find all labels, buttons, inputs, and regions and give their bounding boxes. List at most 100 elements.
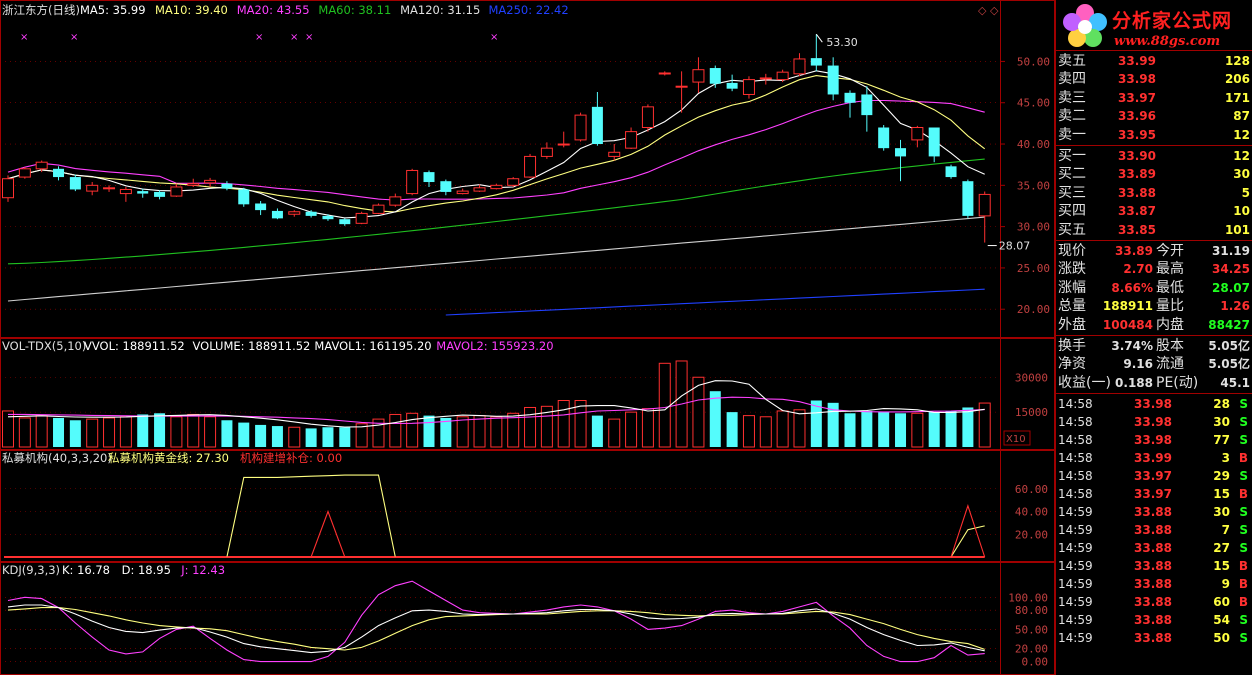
stat-label: 净资 bbox=[1058, 356, 1086, 373]
volume-bar bbox=[456, 416, 469, 448]
ma250-line bbox=[445, 288, 985, 316]
signal-marker: × bbox=[290, 32, 298, 43]
volume-bar bbox=[742, 415, 755, 448]
kdj-tick-label: 0.00 bbox=[1022, 656, 1049, 669]
kdj-k-line bbox=[7, 604, 985, 654]
tick-side: S bbox=[1239, 469, 1248, 484]
fund-tick-label: 60.00 bbox=[1015, 483, 1048, 496]
signal-marker: × bbox=[305, 32, 313, 43]
ask-row: 卖四 33.98 206 bbox=[1056, 70, 1252, 88]
volume-bar bbox=[238, 422, 250, 447]
quote-label: 总量 bbox=[1058, 298, 1086, 315]
stat-label: 收益(一) bbox=[1058, 374, 1111, 391]
fund-legend-item: 私募机构黄金线: 27.30 bbox=[108, 451, 229, 465]
tick-side: B bbox=[1238, 595, 1248, 610]
tick-side: S bbox=[1239, 397, 1248, 412]
bid-row: 买一 33.90 12 bbox=[1056, 147, 1252, 165]
candle-body bbox=[305, 211, 317, 216]
volume-bar bbox=[625, 411, 638, 448]
volume-bar bbox=[945, 410, 957, 447]
kdj-legend-item: K: 16.78 bbox=[62, 563, 110, 577]
tick-price: 33.88 bbox=[1134, 505, 1172, 520]
volume-bar bbox=[895, 413, 907, 447]
ask-price: 33.99 bbox=[1118, 54, 1156, 68]
candle-body bbox=[119, 188, 132, 195]
volume-bar bbox=[322, 427, 334, 447]
quote-label: 最低 bbox=[1156, 279, 1184, 296]
bid-row: 买三 33.88 5 bbox=[1056, 184, 1252, 202]
volume-bar bbox=[255, 424, 267, 447]
candle-body bbox=[2, 178, 14, 199]
candle-body bbox=[204, 179, 217, 184]
tick-side: S bbox=[1239, 631, 1248, 646]
sidebar-divider bbox=[1056, 240, 1252, 241]
high-annotation: 53.30 bbox=[826, 36, 858, 49]
tick-side: S bbox=[1239, 433, 1248, 448]
ask-label: 卖五 bbox=[1058, 53, 1086, 69]
quote-value: 33.89 bbox=[1115, 244, 1153, 258]
tick-volume: 54 bbox=[1213, 613, 1230, 628]
candle-body bbox=[423, 172, 435, 183]
tick-time: 14:59 bbox=[1058, 559, 1093, 574]
candle-body bbox=[456, 190, 469, 195]
quote-value: 88427 bbox=[1208, 317, 1250, 332]
tick-volume: 28 bbox=[1213, 397, 1230, 412]
candle-body bbox=[170, 186, 183, 197]
quote-sidebar: 分析家公式网 www.88gs.com 卖五 33.99 128 卖四 33.98 206… bbox=[1055, 0, 1252, 675]
candle-body bbox=[641, 106, 654, 129]
ask-label: 卖四 bbox=[1058, 71, 1086, 88]
logo-header: 分析家公式网 www.88gs.com bbox=[1056, 0, 1252, 55]
quote-label: 量比 bbox=[1156, 298, 1184, 315]
candle-body bbox=[53, 168, 65, 178]
candle-body bbox=[255, 203, 267, 211]
tick-time: 14:58 bbox=[1058, 487, 1093, 502]
stat-value: 45.1 bbox=[1220, 375, 1250, 390]
fund-tick-label: 20.00 bbox=[1015, 528, 1048, 541]
fund-legend-item: 机构建增补仓: 0.00 bbox=[240, 451, 342, 465]
kdj-legend-item: J: 12.43 bbox=[180, 563, 225, 577]
volume-bar bbox=[861, 410, 873, 447]
candle-body bbox=[322, 215, 334, 220]
bid-price: 33.88 bbox=[1118, 185, 1156, 200]
candle-body bbox=[793, 58, 806, 75]
stat-row: 换手 3.74% 股本 5.05亿 bbox=[1056, 337, 1252, 355]
quote-value: 28.07 bbox=[1212, 280, 1250, 295]
kline-chart-area[interactable]: 50.00 45.00 40.00 35.00 30.00 25.00 20.00 53.30… bbox=[0, 0, 1055, 675]
tick-row: 14:58 33.98 30 S bbox=[1056, 413, 1252, 431]
volume-bar bbox=[18, 417, 31, 448]
volume-bar bbox=[962, 407, 974, 447]
tick-time: 14:58 bbox=[1058, 469, 1093, 484]
quote-value: 2.70 bbox=[1123, 262, 1153, 277]
vol-unit-label: X10 bbox=[1006, 434, 1026, 445]
volume-bar bbox=[389, 413, 402, 448]
tick-volume: 29 bbox=[1213, 469, 1230, 484]
volume-bar bbox=[658, 362, 671, 448]
ask-row: 卖二 33.96 87 bbox=[1056, 107, 1252, 125]
tick-time: 14:58 bbox=[1058, 451, 1093, 466]
sidebar-divider bbox=[1056, 393, 1252, 395]
tick-price: 33.88 bbox=[1134, 595, 1172, 610]
ask-label: 卖一 bbox=[1058, 126, 1086, 143]
candle-body bbox=[187, 183, 200, 186]
kdj-tick-label: 80.00 bbox=[1015, 604, 1048, 617]
ma-legend-item: MA60: 38.11 bbox=[318, 3, 391, 17]
bid-volume: 10 bbox=[1233, 204, 1250, 219]
volume-bar bbox=[557, 400, 570, 448]
tick-price: 33.88 bbox=[1134, 541, 1172, 556]
tick-time: 14:58 bbox=[1058, 433, 1093, 448]
bid-row: 买五 33.85 101 bbox=[1056, 221, 1252, 239]
tick-time: 14:59 bbox=[1058, 631, 1093, 646]
quote-value: 188911 bbox=[1102, 299, 1153, 314]
ask-volume: 206 bbox=[1224, 72, 1250, 87]
tick-time: 14:59 bbox=[1058, 505, 1093, 520]
candle-body bbox=[608, 151, 621, 157]
signal-marker: × bbox=[20, 32, 28, 43]
stat-value: 5.05亿 bbox=[1208, 339, 1250, 353]
tick-volume: 15 bbox=[1213, 487, 1230, 502]
tick-side: B bbox=[1238, 451, 1248, 466]
tick-price: 33.98 bbox=[1134, 433, 1172, 448]
bid-volume: 5 bbox=[1241, 185, 1250, 200]
ask-row: 卖五 33.99 128 bbox=[1056, 52, 1252, 70]
quote-value: 1.26 bbox=[1220, 299, 1250, 314]
candle-body bbox=[86, 184, 99, 192]
